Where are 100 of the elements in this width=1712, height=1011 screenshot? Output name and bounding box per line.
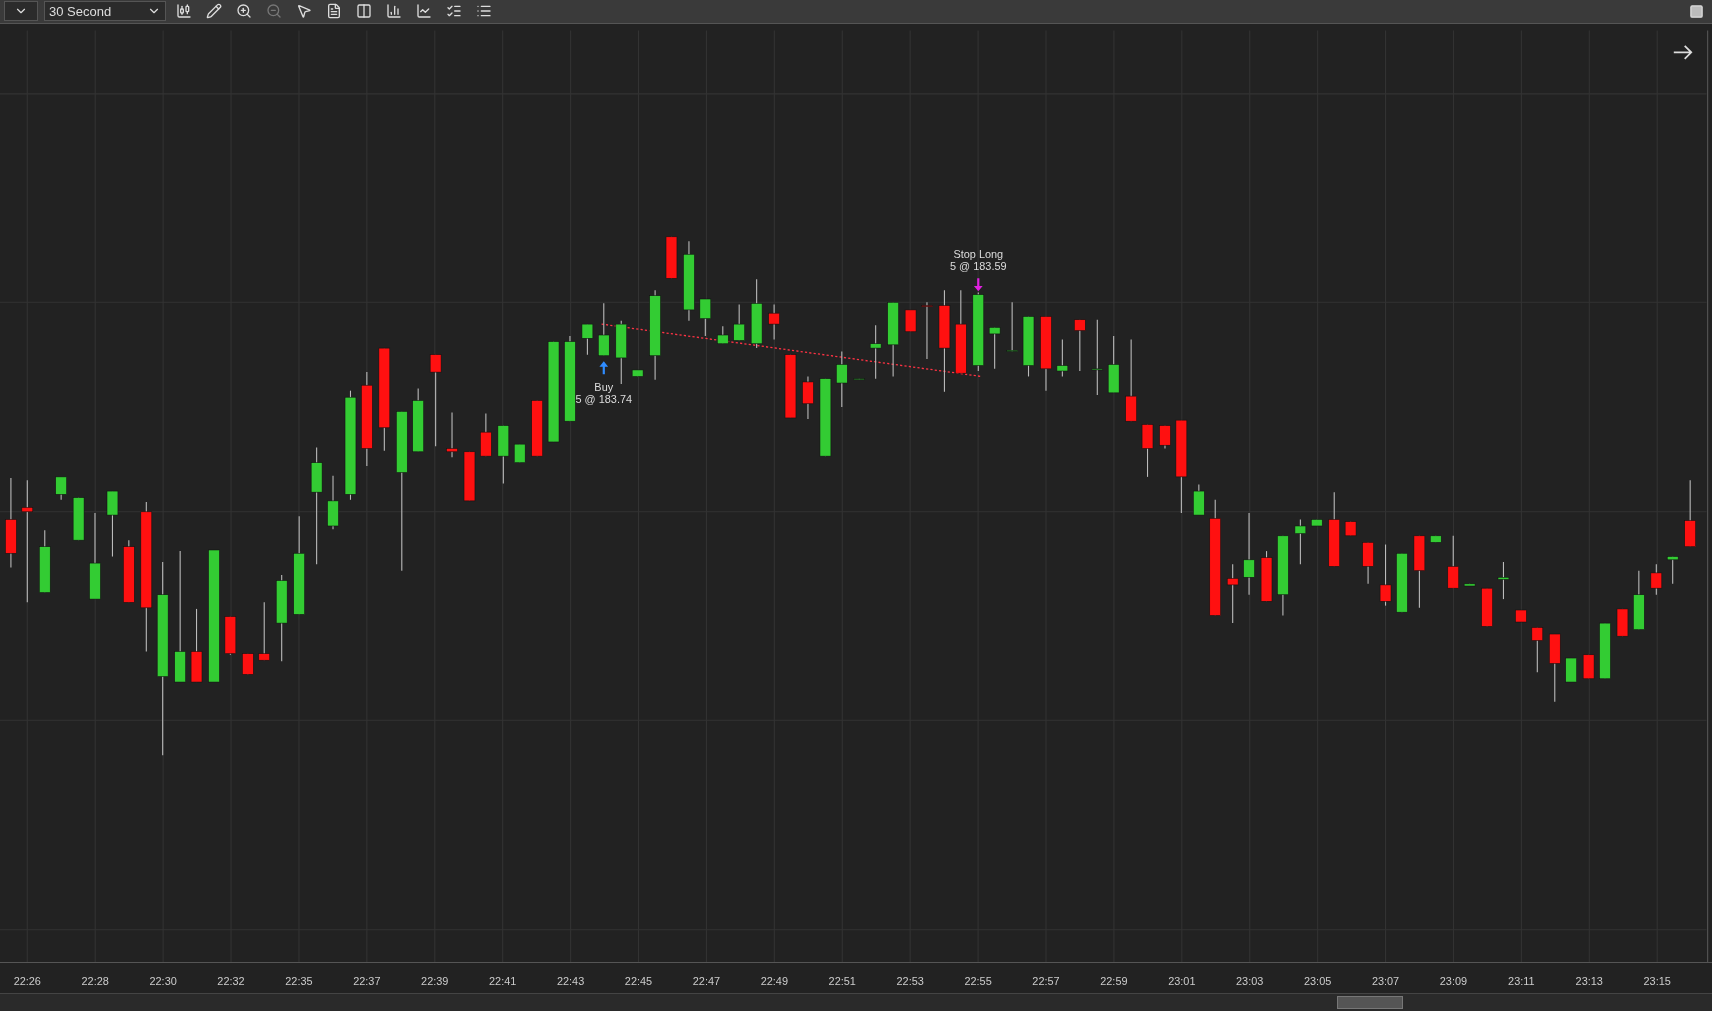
candlestick bbox=[921, 301, 933, 360]
candlestick bbox=[1311, 518, 1323, 527]
time-axis-label: 23:01 bbox=[1168, 975, 1196, 988]
candlestick bbox=[1650, 563, 1663, 596]
candlestick bbox=[1666, 555, 1679, 585]
time-axis-label: 22:49 bbox=[760, 975, 788, 988]
candlestick bbox=[1430, 535, 1442, 543]
candlestick bbox=[258, 601, 270, 661]
down-arrow-icon bbox=[973, 278, 983, 292]
candlestick bbox=[853, 378, 865, 381]
candlestick bbox=[1362, 541, 1374, 585]
up-arrow-icon bbox=[599, 361, 609, 375]
candlestick bbox=[1582, 654, 1595, 680]
candlestick bbox=[1481, 587, 1493, 627]
candlestick bbox=[631, 369, 644, 377]
candlestick bbox=[1599, 622, 1611, 680]
candlestick bbox=[665, 236, 678, 279]
time-axis-label: 22:30 bbox=[149, 975, 177, 988]
candlestick bbox=[869, 324, 882, 380]
candlestick bbox=[72, 497, 85, 541]
candlestick bbox=[480, 413, 492, 457]
time-axis-label: 22:28 bbox=[81, 975, 109, 988]
time-axis-label: 23:13 bbox=[1575, 975, 1603, 988]
candlestick bbox=[327, 475, 339, 530]
candlestick bbox=[1531, 626, 1544, 673]
candlestick bbox=[514, 443, 526, 464]
candlestick bbox=[750, 278, 763, 349]
candlestick bbox=[1022, 315, 1035, 377]
trade-detail: 5 @ 183.74 bbox=[575, 392, 633, 405]
candlestick bbox=[1497, 561, 1510, 600]
candlestick bbox=[598, 302, 610, 357]
time-axis-label: 22:45 bbox=[624, 975, 653, 988]
candlestick bbox=[1344, 521, 1357, 537]
time-axis-label: 22:41 bbox=[489, 975, 517, 988]
candlestick bbox=[1226, 563, 1239, 624]
candlestick bbox=[581, 323, 594, 356]
time-axis-label: 23:03 bbox=[1236, 975, 1264, 988]
candlestick bbox=[1193, 483, 1205, 516]
time-axis-label: 23:07 bbox=[1371, 975, 1400, 988]
candlestick bbox=[123, 539, 135, 603]
candlestick bbox=[717, 325, 729, 345]
candlestick bbox=[39, 529, 51, 594]
candlestick bbox=[446, 411, 458, 458]
candlestick bbox=[224, 616, 237, 656]
candlestick bbox=[1684, 479, 1696, 548]
candlestick bbox=[1633, 570, 1645, 631]
time-axis-label: 22:43 bbox=[556, 975, 585, 988]
candlestick bbox=[1379, 543, 1392, 607]
candlestick bbox=[106, 490, 119, 558]
candlestick bbox=[463, 451, 476, 502]
candlestick bbox=[1056, 338, 1069, 377]
candlestick bbox=[768, 303, 780, 340]
time-axis-label: 22:59 bbox=[1100, 975, 1128, 988]
candlestick bbox=[988, 326, 1001, 370]
candlestick bbox=[242, 653, 254, 675]
time-axis-label: 23:09 bbox=[1439, 975, 1468, 988]
time-axis-label: 23:11 bbox=[1508, 975, 1535, 988]
candlestick bbox=[733, 303, 745, 341]
candlestick bbox=[1565, 657, 1577, 683]
candlestick bbox=[412, 387, 424, 453]
time-axis-label: 22:26 bbox=[13, 975, 41, 988]
candlestick bbox=[1396, 552, 1408, 613]
scrollbar-thumb[interactable] bbox=[1337, 996, 1403, 1009]
time-axis-label: 22:39 bbox=[421, 975, 449, 988]
candlestick bbox=[1515, 609, 1527, 623]
candlestick bbox=[1463, 583, 1476, 587]
time-axis-label: 22:55 bbox=[964, 975, 992, 988]
time-axis-label: 23:15 bbox=[1643, 975, 1671, 988]
candlestick bbox=[802, 375, 814, 420]
candlestick bbox=[1260, 550, 1273, 602]
candlestick bbox=[1107, 335, 1120, 394]
time-axis-label: 22:47 bbox=[692, 975, 721, 988]
right-arrow-icon[interactable] bbox=[1672, 44, 1693, 60]
candlestick bbox=[55, 476, 67, 501]
time-axis-label: 22:57 bbox=[1032, 975, 1060, 988]
time-axis-label: 22:51 bbox=[828, 975, 856, 988]
time-axis-label: 22:35 bbox=[285, 975, 313, 988]
candlestick bbox=[531, 399, 543, 457]
candlestick bbox=[904, 309, 917, 333]
candlestick bbox=[1294, 518, 1307, 565]
trade-label: Stop Long bbox=[953, 247, 1004, 260]
time-axis-label: 22:37 bbox=[353, 975, 381, 988]
candlestick bbox=[1447, 535, 1459, 589]
candlestick bbox=[1074, 319, 1086, 372]
candlestick bbox=[699, 298, 712, 337]
candlestick bbox=[1159, 425, 1171, 450]
candlestick bbox=[836, 350, 848, 408]
candlestick bbox=[1616, 608, 1629, 637]
candlestick bbox=[1006, 301, 1018, 352]
candlestick bbox=[1549, 633, 1561, 703]
trade-label: Buy bbox=[594, 380, 614, 393]
time-axis-label: 22:53 bbox=[896, 975, 924, 988]
horizontal-scrollbar[interactable] bbox=[0, 993, 1712, 1011]
candlestick bbox=[784, 354, 797, 419]
candlestick bbox=[497, 425, 510, 484]
trade-detail: 5 @ 183.59 bbox=[950, 259, 1007, 272]
candlestick bbox=[615, 320, 627, 385]
candlestick bbox=[1141, 423, 1154, 478]
time-axis-label: 23:05 bbox=[1304, 975, 1332, 988]
interval-dropdown[interactable]: 30 Second bbox=[44, 1, 166, 22]
